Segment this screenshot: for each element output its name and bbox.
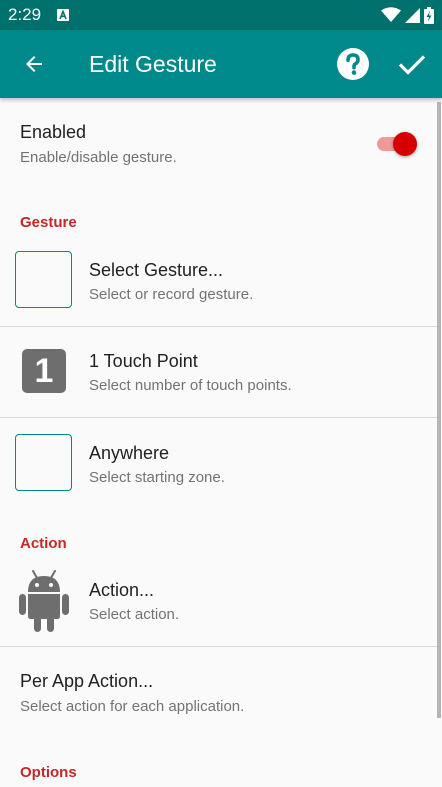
check-icon <box>398 55 426 75</box>
gesture-preview-box <box>15 251 72 308</box>
select-gesture-row[interactable]: Select Gesture... Select or record gestu… <box>0 234 437 326</box>
section-header-options: Options <box>20 764 77 781</box>
action-title: Action... <box>89 580 155 600</box>
touch-points-summary: Select number of touch points. <box>89 377 292 394</box>
switch-thumb <box>393 132 417 156</box>
back-button[interactable] <box>16 46 52 82</box>
preference-list[interactable]: Enabled Enable/disable gesture. Gesture … <box>0 98 442 787</box>
cellular-signal-icon <box>405 7 420 23</box>
starting-zone-row[interactable]: Anywhere Select starting zone. <box>0 418 437 514</box>
per-app-action-title: Per App Action... <box>20 671 154 691</box>
status-bar: 2:29 <box>0 0 442 30</box>
page-title: Edit Gesture <box>89 51 217 77</box>
action-row[interactable]: Action... Select action. <box>0 556 437 646</box>
android-icon <box>19 570 69 632</box>
wifi-icon <box>381 7 401 22</box>
touch-points-row[interactable]: 1 1 Touch Point Select number of touch p… <box>0 327 437 417</box>
enabled-row[interactable]: Enabled Enable/disable gesture. <box>0 98 437 186</box>
section-header-action: Action <box>20 535 67 552</box>
enabled-summary: Enable/disable gesture. <box>20 149 177 166</box>
starting-zone-title: Anywhere <box>89 443 170 463</box>
per-app-action-row[interactable]: Per App Action... Select action for each… <box>0 647 437 737</box>
battery-charging-icon <box>424 6 434 24</box>
per-app-action-summary: Select action for each application. <box>20 698 245 715</box>
app-bar: Edit Gesture <box>0 30 442 98</box>
select-gesture-summary: Select or record gesture. <box>89 286 254 303</box>
notification-a-icon <box>57 9 69 21</box>
action-summary: Select action. <box>89 606 180 623</box>
confirm-button[interactable] <box>394 46 430 82</box>
section-header-gesture: Gesture <box>20 214 77 231</box>
touch-points-title: 1 Touch Point <box>89 351 198 371</box>
scrollbar-thumb[interactable] <box>437 102 441 718</box>
help-button[interactable] <box>335 46 371 82</box>
select-gesture-title: Select Gesture... <box>89 260 224 280</box>
starting-zone-summary: Select starting zone. <box>89 469 225 486</box>
zone-preview-box <box>15 434 72 491</box>
arrow-back-icon <box>26 56 42 72</box>
status-time: 2:29 <box>8 5 42 24</box>
enabled-switch[interactable] <box>375 132 419 156</box>
touch-count-icon: 1 <box>22 349 66 393</box>
status-icons <box>381 6 434 24</box>
help-icon <box>337 48 369 80</box>
enabled-title: Enabled <box>20 122 87 142</box>
